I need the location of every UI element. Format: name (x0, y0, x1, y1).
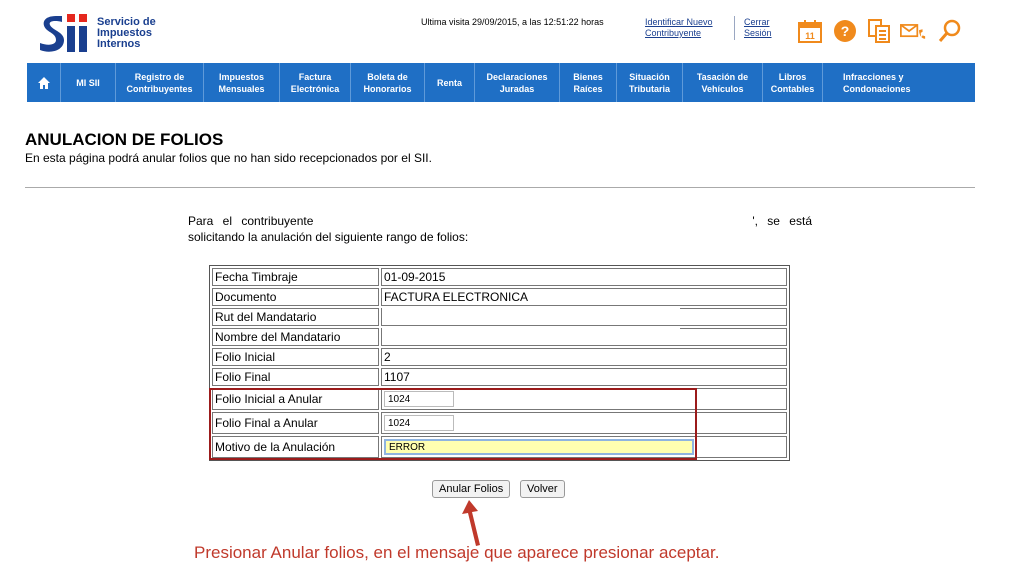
folio-inicial-anular-input[interactable] (384, 391, 454, 408)
nav-label: Electrónica (290, 83, 340, 94)
row-label: Nombre del Mandatario (212, 328, 379, 346)
table-row: Documento FACTURA ELECTRONICA (212, 288, 787, 306)
main-nav: MI SII Registro de Contribuyentes Impuest… (27, 63, 975, 102)
intro-text: Para el contribuyente (188, 214, 314, 228)
nav-label: MI SII (76, 77, 100, 88)
calendar-icon[interactable]: 11 (797, 18, 823, 44)
nav-label: Contribuyentes (126, 83, 193, 94)
anular-folios-button[interactable]: Anular Folios (432, 480, 511, 498)
table-row: Motivo de la Anulación (212, 436, 787, 458)
calendar-day: 11 (805, 31, 815, 41)
redacted-area (382, 326, 680, 345)
folio-final-anular-label: Folio Final a Anular (212, 412, 379, 434)
nav-boleta-honorarios[interactable]: Boleta de Honorarios (351, 63, 425, 102)
motivo-anulacion-input[interactable] (384, 439, 694, 456)
brand-name: Servicio de Impuestos Internos (97, 17, 156, 50)
table-row: Folio Inicial a Anular (212, 388, 787, 410)
link-line: Contribuyente (645, 28, 702, 38)
mail-phone-icon[interactable] (900, 18, 926, 44)
nav-mi-sii[interactable]: MI SII (61, 63, 116, 102)
page-title: ANULACION DE FOLIOS (25, 130, 224, 149)
nav-label: Condonaciones (843, 83, 911, 94)
nav-label: Mensuales (218, 83, 265, 94)
svg-text:?: ? (841, 23, 850, 39)
nav-tasacion-vehiculos[interactable]: Tasación de Vehículos (683, 63, 763, 102)
row-value (381, 412, 787, 434)
nav-label: Vehículos (701, 83, 744, 94)
sii-logo-icon (40, 14, 87, 52)
nav-label: Juradas (499, 83, 535, 94)
row-label: Fecha Timbraje (212, 268, 379, 286)
nav-label: Renta (436, 77, 462, 88)
documents-icon[interactable] (866, 18, 892, 44)
nav-factura-electronica[interactable]: Factura Electrónica (280, 63, 351, 102)
row-value: 1107 (381, 368, 787, 386)
intro-line-2: solicitando la anulación del siguiente r… (188, 230, 469, 244)
row-label: Rut del Mandatario (212, 308, 379, 326)
folio-final-anular-input[interactable] (384, 415, 454, 432)
intro-line-1: Para el contribuyente ', se está (188, 214, 812, 228)
table-row: Folio Inicial 2 (212, 348, 787, 366)
last-visit-text: Ultima visita 29/09/2015, a las 12:51:22… (421, 17, 604, 27)
intro-text: ', se está (752, 214, 812, 228)
motivo-anulacion-label: Motivo de la Anulación (212, 436, 379, 458)
nav-label: Tasación de (696, 71, 749, 82)
nav-libros-contables[interactable]: Libros Contables (763, 63, 823, 102)
table-row: Fecha Timbraje 01-09-2015 (212, 268, 787, 286)
home-icon (37, 76, 50, 89)
nav-label: Factura (298, 71, 332, 82)
link-line: Sesión (744, 28, 772, 38)
nav-label: Bienes (573, 71, 603, 82)
nav-bienes-raices[interactable]: Bienes Raíces (560, 63, 617, 102)
row-label: Folio Final (212, 368, 379, 386)
nav-label: Tributaria (628, 83, 670, 94)
nav-label: Contables (770, 83, 815, 94)
header-divider (734, 16, 735, 40)
arrow-annotation-icon (462, 500, 480, 546)
nav-infracciones-condonaciones[interactable]: Infracciones y Condonaciones (823, 63, 975, 102)
nav-label: Raíces (573, 83, 603, 94)
nav-home[interactable] (27, 63, 61, 102)
nav-label: Impuestos (218, 71, 264, 82)
row-label: Documento (212, 288, 379, 306)
row-value (381, 436, 787, 458)
nav-label: Infracciones y (843, 71, 904, 82)
brand-line: Internos (97, 38, 141, 50)
nav-label: Situación (629, 71, 670, 82)
nav-label: Declaraciones (486, 71, 548, 82)
folio-inicial-anular-label: Folio Inicial a Anular (212, 388, 379, 410)
row-value (381, 388, 787, 410)
volver-button[interactable]: Volver (520, 480, 565, 498)
link-line: Cerrar (744, 17, 770, 27)
folio-table: Fecha Timbraje 01-09-2015 Documento FACTUR… (209, 265, 790, 461)
row-value: 2 (381, 348, 787, 366)
nav-label: Boleta de (367, 71, 408, 82)
table-row: Folio Final a Anular (212, 412, 787, 434)
nav-declaraciones-juradas[interactable]: Declaraciones Juradas (475, 63, 560, 102)
page-subtitle: En esta página podrá anular folios que n… (25, 151, 432, 165)
nav-label: Libros (778, 71, 807, 82)
row-label: Folio Inicial (212, 348, 379, 366)
identify-taxpayer-link[interactable]: Identificar Nuevo Contribuyente (645, 17, 713, 39)
nav-registro-contribuyentes[interactable]: Registro de Contribuyentes (116, 63, 204, 102)
nav-impuestos-mensuales[interactable]: Impuestos Mensuales (204, 63, 280, 102)
nav-renta[interactable]: Renta (425, 63, 475, 102)
logout-link[interactable]: Cerrar Sesión (744, 17, 772, 39)
search-icon[interactable] (937, 18, 963, 44)
help-icon[interactable]: ? (832, 18, 858, 44)
redacted-area (382, 306, 680, 325)
nav-label: Honorarios (363, 83, 412, 94)
table-row: Folio Final 1107 (212, 368, 787, 386)
row-value: 01-09-2015 (381, 268, 787, 286)
nav-situacion-tributaria[interactable]: Situación Tributaria (617, 63, 683, 102)
link-line: Identificar Nuevo (645, 17, 713, 27)
instruction-annotation: Presionar Anular folios, en el mensaje q… (194, 543, 720, 562)
nav-label: Registro de (134, 71, 185, 82)
row-value: FACTURA ELECTRONICA (381, 288, 787, 306)
divider (25, 187, 975, 188)
